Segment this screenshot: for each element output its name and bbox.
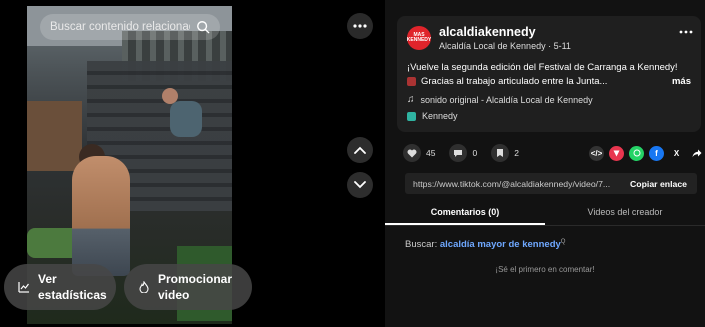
- video-pane: Ver estadísticas Promocionar video: [0, 0, 385, 327]
- share-arrow-icon[interactable]: [689, 146, 704, 161]
- description-more-link[interactable]: más: [672, 76, 691, 87]
- tab-creator-videos[interactable]: Videos del creador: [545, 202, 705, 225]
- video-link-row: https://www.tiktok.com/@alcaldiakennedy/…: [405, 173, 697, 194]
- engagement-bar: 45 0 2: [403, 144, 533, 162]
- post-card: MAS KENNEDY alcaldiakennedy Alcaldía Loc…: [397, 16, 701, 132]
- view-stats-label-line1: Ver: [38, 272, 57, 286]
- video-worker: [170, 101, 202, 137]
- related-search-input[interactable]: [50, 21, 190, 33]
- music-note-icon: ♫: [407, 94, 415, 105]
- panel-tabs: Comentarios (0) Videos del creador: [385, 202, 705, 226]
- related-search: Buscar: alcaldía mayor de kennedyQ: [405, 239, 565, 250]
- author-username[interactable]: alcaldiakennedy: [439, 25, 536, 39]
- details-panel: MAS KENNEDY alcaldiakennedy Alcaldía Loc…: [385, 0, 705, 327]
- like-count: 45: [426, 148, 436, 158]
- promote-video-button[interactable]: Promocionar video: [124, 264, 252, 310]
- chart-line-icon: [18, 282, 29, 293]
- x-icon[interactable]: X: [669, 146, 684, 161]
- description-line2-text: Gracias al trabajo articulado entre la J…: [421, 76, 608, 87]
- save-button[interactable]: 2: [491, 144, 519, 162]
- promote-video-label-line2: video: [158, 288, 190, 302]
- search-suggest-icon: Q: [560, 239, 566, 245]
- promote-video-label: Promocionar video: [158, 271, 232, 303]
- save-count: 2: [514, 148, 519, 158]
- more-horizontal-icon: [353, 24, 367, 28]
- view-stats-button[interactable]: Ver estadísticas: [4, 264, 116, 310]
- description-line1: ¡Vuelve la segunda edición del Festival …: [407, 62, 678, 73]
- comment-icon: [449, 144, 468, 162]
- comment-count: 0: [472, 148, 478, 158]
- heart-icon: [403, 144, 421, 162]
- badge-icon: [407, 77, 416, 86]
- whatsapp-icon[interactable]: [629, 145, 644, 161]
- comment-button[interactable]: 0: [449, 144, 477, 162]
- location-icon: [407, 111, 416, 121]
- tab-comments[interactable]: Comentarios (0): [385, 202, 545, 225]
- author-avatar[interactable]: MAS KENNEDY: [407, 26, 431, 50]
- like-button[interactable]: 45: [403, 144, 435, 162]
- chevron-down-icon: [354, 181, 366, 189]
- video-more-button[interactable]: [347, 13, 373, 39]
- flame-icon: [139, 281, 149, 293]
- location-label: Kennedy: [422, 111, 458, 121]
- description-line2: Gracias al trabajo articulado entre la J…: [407, 76, 607, 87]
- share-bar: </> f X: [589, 144, 705, 162]
- related-search-prefix: Buscar:: [405, 239, 440, 251]
- video-man: [72, 156, 130, 276]
- facebook-icon[interactable]: f: [649, 145, 664, 161]
- next-video-button[interactable]: [347, 172, 373, 198]
- related-search-box[interactable]: [40, 14, 220, 40]
- search-icon[interactable]: [196, 20, 210, 34]
- video-url[interactable]: https://www.tiktok.com/@alcaldiakennedy/…: [405, 179, 625, 189]
- embed-icon[interactable]: </>: [589, 145, 604, 161]
- sound-link[interactable]: ♫ sonido original - Alcaldía Local de Ke…: [407, 94, 593, 105]
- previous-video-button[interactable]: [347, 137, 373, 163]
- view-stats-label: Ver estadísticas: [38, 271, 107, 303]
- empty-comments-message: ¡Sé el primero en comentar!: [495, 265, 595, 274]
- video-building: [27, 101, 82, 171]
- author-subtitle: Alcaldía Local de Kennedy · 5-11: [439, 41, 571, 51]
- view-stats-label-line2: estadísticas: [38, 288, 107, 302]
- sound-label: sonido original - Alcaldía Local de Kenn…: [420, 94, 593, 105]
- send-icon[interactable]: [609, 145, 624, 161]
- post-more-icon[interactable]: [679, 27, 693, 37]
- promote-video-label-line1: Promocionar: [158, 272, 233, 286]
- author-avatar-text: MAS KENNEDY: [406, 32, 432, 43]
- copy-link-button[interactable]: Copiar enlace: [630, 179, 697, 189]
- bookmark-icon: [491, 144, 510, 162]
- related-search-link[interactable]: alcaldía mayor de kennedy: [440, 239, 561, 250]
- chevron-up-icon: [354, 146, 366, 154]
- location-tag[interactable]: Kennedy: [407, 111, 458, 121]
